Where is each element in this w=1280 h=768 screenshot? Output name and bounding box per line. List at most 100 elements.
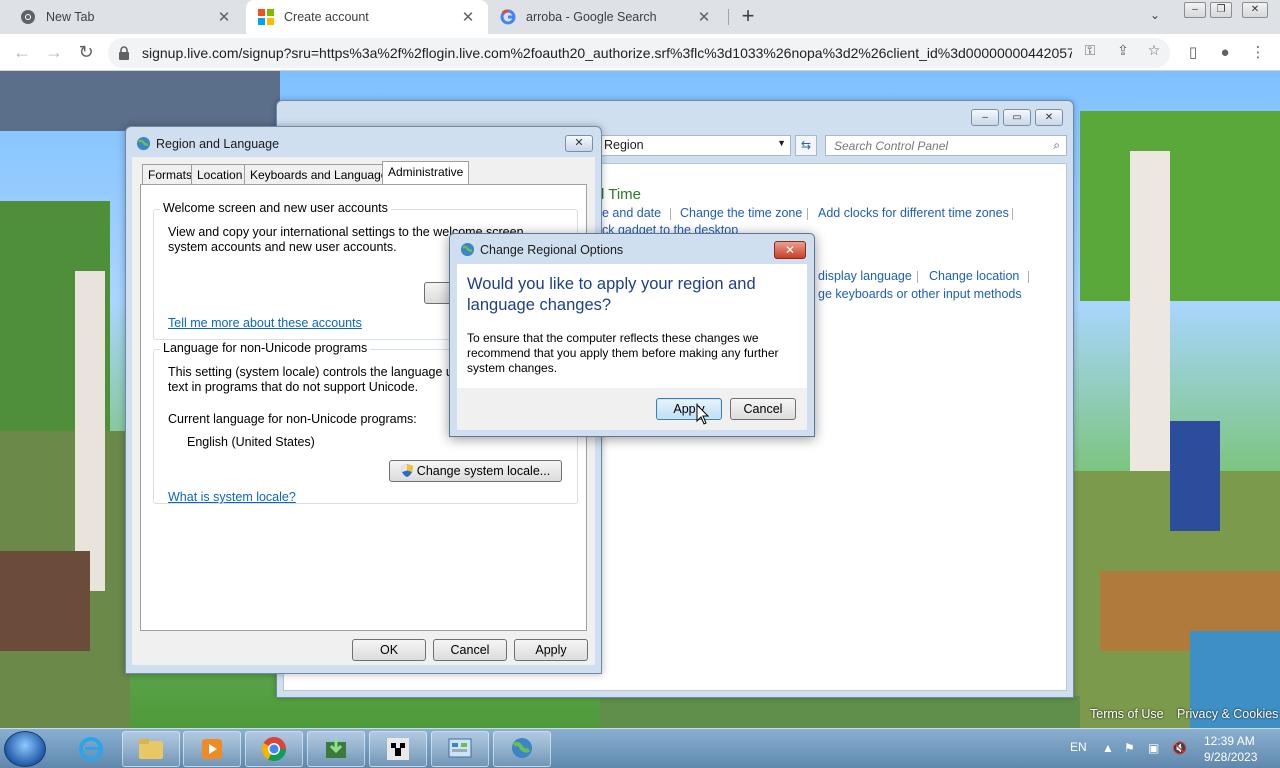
- start-button[interactable]: [4, 731, 46, 767]
- wallpaper-block: [1080, 111, 1280, 301]
- apply-button[interactable]: Apply: [656, 398, 722, 420]
- clock-date[interactable]: 9/28/2023: [1204, 750, 1257, 764]
- privacy-cookies-link[interactable]: Privacy & Cookies: [1177, 707, 1278, 721]
- side-panel-icon[interactable]: ▯: [1183, 43, 1203, 63]
- folder-icon[interactable]: [122, 731, 180, 767]
- dialog-body: Would you like to apply your region and …: [457, 264, 807, 430]
- control-panel-icon[interactable]: [431, 731, 489, 767]
- set-date-link[interactable]: e and date: [602, 206, 661, 220]
- chrome-icon[interactable]: [245, 731, 303, 767]
- change-system-locale-label: Change system locale...: [416, 464, 551, 478]
- tell-me-more-link[interactable]: Tell me more about these accounts: [168, 316, 362, 330]
- close-tab-icon[interactable]: ✕: [216, 8, 232, 26]
- lock-icon: [119, 46, 129, 60]
- download-app-icon[interactable]: [307, 731, 365, 767]
- control-panel-address-bar[interactable]: Region ▼: [597, 135, 791, 156]
- address-bar[interactable]: signup.live.com/signup?sru=https%3a%2f%2…: [108, 38, 1170, 68]
- google-icon: [500, 9, 516, 25]
- what-is-system-locale-link[interactable]: What is system locale?: [168, 490, 296, 504]
- tab-search-chevron-icon[interactable]: ⌄: [1150, 8, 1160, 22]
- dialog-message-area: Would you like to apply your region and …: [457, 264, 807, 388]
- cancel-button[interactable]: Cancel: [433, 639, 507, 661]
- current-language-label: Current language for non-Unicode program…: [168, 412, 417, 426]
- close-button[interactable]: ✕: [1035, 109, 1063, 126]
- share-icon[interactable]: ⇪: [1114, 41, 1132, 59]
- dialog-heading: Would you like to apply your region and …: [467, 275, 756, 314]
- restore-window-button[interactable]: ❐: [1210, 2, 1232, 18]
- change-time-zone-link[interactable]: Change the time zone: [680, 206, 802, 220]
- back-arrow-icon[interactable]: ←: [11, 42, 33, 64]
- ok-button[interactable]: OK: [352, 639, 426, 661]
- tab-formats[interactable]: Formats: [142, 164, 199, 184]
- new-tab-button[interactable]: +: [737, 5, 759, 29]
- chrome-icon: [21, 10, 35, 24]
- tab-administrative[interactable]: Administrative: [382, 161, 470, 185]
- language-indicator[interactable]: EN: [1070, 740, 1087, 754]
- refresh-icon[interactable]: ⇆: [795, 135, 817, 156]
- maximize-button[interactable]: ▭: [1003, 109, 1031, 126]
- tab-divider: [728, 9, 729, 25]
- change-location-link[interactable]: Change location: [929, 269, 1019, 283]
- dialog-title: Change Regional Options: [480, 243, 624, 257]
- profile-avatar-icon[interactable]: ●: [1215, 43, 1235, 63]
- minimize-window-button[interactable]: –: [1184, 2, 1206, 18]
- address-text: Region: [604, 138, 644, 152]
- network-icon[interactable]: ▣: [1148, 741, 1159, 755]
- link-separator: [917, 271, 918, 283]
- link-separator: [807, 208, 808, 220]
- taskbar: EN ▲ ⚑ ▣ 🔇 12:39 AM 9/28/2023: [0, 728, 1280, 768]
- close-tab-icon[interactable]: ✕: [696, 8, 712, 26]
- wallpaper-block: [0, 71, 280, 131]
- volume-muted-icon[interactable]: 🔇: [1172, 741, 1187, 755]
- close-window-button[interactable]: ✕: [1242, 2, 1268, 18]
- add-clocks-link[interactable]: Add clocks for different time zones: [818, 206, 1009, 220]
- dropdown-arrow-icon[interactable]: ▼: [777, 138, 786, 148]
- tab-location[interactable]: Location: [191, 164, 249, 184]
- reload-icon[interactable]: ↻: [75, 42, 97, 64]
- close-button[interactable]: ✕: [774, 241, 806, 259]
- close-tab-icon[interactable]: ✕: [460, 8, 476, 26]
- tab-keyboards-and-languages[interactable]: Keyboards and Languages: [244, 164, 400, 184]
- globe-icon: [460, 242, 475, 257]
- tab-title: New Tab: [46, 10, 95, 24]
- close-button[interactable]: ✕: [565, 135, 593, 152]
- copy-settings-button[interactable]: [424, 282, 452, 304]
- microsoft-logo-icon: [258, 9, 274, 25]
- uac-shield-icon: [400, 464, 413, 477]
- group-label: Welcome screen and new user accounts: [160, 201, 391, 215]
- cancel-button[interactable]: Cancel: [730, 398, 796, 420]
- kebab-menu-icon[interactable]: ⋮: [1248, 43, 1268, 63]
- apply-button[interactable]: Apply: [514, 639, 588, 661]
- action-center-flag-icon[interactable]: ⚑: [1124, 741, 1135, 755]
- globe-icon: [136, 136, 151, 151]
- tab-new-tab[interactable]: New Tab ✕: [8, 0, 244, 34]
- change-system-locale-button[interactable]: Change system locale...: [389, 460, 562, 482]
- key-icon[interactable]: ⚿: [1081, 41, 1099, 59]
- search-control-panel-input[interactable]: Search Control Panel ⌕: [825, 135, 1067, 156]
- wallpaper-block: [75, 271, 105, 591]
- window-caption-buttons: – ▭ ✕: [971, 109, 1063, 126]
- terms-of-use-link[interactable]: Terms of Use: [1090, 707, 1164, 721]
- wallpaper-block: [0, 551, 90, 651]
- wallpaper-block: [1170, 421, 1220, 531]
- search-icon[interactable]: ⌕: [1053, 138, 1060, 153]
- change-regional-options-dialog: Change Regional Options ✕ Would you like…: [449, 233, 815, 437]
- tab-create-account[interactable]: Create account ✕: [246, 0, 488, 34]
- region-globe-icon[interactable]: [493, 731, 551, 767]
- bookmark-star-icon[interactable]: ☆: [1145, 41, 1163, 59]
- tab-google-search[interactable]: arroba - Google Search ✕: [488, 0, 724, 34]
- group-label: Language for non-Unicode programs: [160, 341, 371, 355]
- media-player-icon[interactable]: [183, 731, 241, 767]
- mouse-cursor-icon: [696, 404, 710, 425]
- minimize-button[interactable]: –: [971, 109, 999, 126]
- show-hidden-icons-arrow-icon[interactable]: ▲: [1102, 741, 1114, 755]
- forward-arrow-icon[interactable]: →: [43, 42, 65, 64]
- display-language-link[interactable]: display language: [818, 269, 912, 283]
- browser-tab-strip: New Tab ✕ Create account ✕ arroba - Goog…: [0, 0, 1280, 34]
- creeper-icon[interactable]: [369, 731, 427, 767]
- section-title: d Time: [596, 186, 642, 203]
- clock-time[interactable]: 12:39 AM: [1204, 734, 1255, 748]
- internet-explorer-icon[interactable]: [62, 731, 120, 767]
- change-keyboards-link[interactable]: ge keyboards or other input methods: [818, 287, 1022, 301]
- search-placeholder: Search Control Panel: [834, 139, 949, 153]
